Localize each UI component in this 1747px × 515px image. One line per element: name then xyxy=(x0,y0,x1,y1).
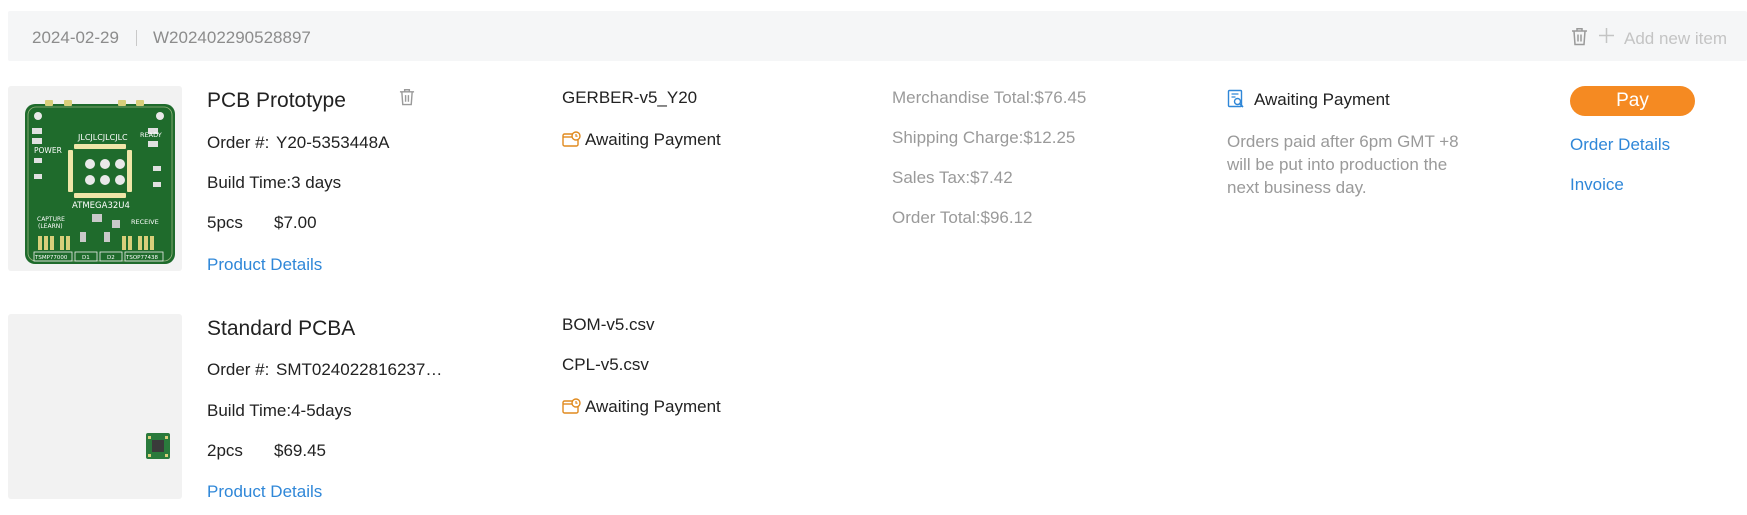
board-label-d2: D2 xyxy=(107,255,115,261)
product-details-link[interactable]: Product Details xyxy=(207,482,322,502)
order-number-label: Order #: xyxy=(207,360,270,379)
board-label-brand: JLCJLCJLCJLC xyxy=(77,133,128,142)
add-new-item-button[interactable]: Add new item xyxy=(1624,29,1727,49)
board-label-capture: CAPTURE xyxy=(37,216,65,223)
price: $7.00 xyxy=(274,213,317,232)
order-status: Awaiting Payment xyxy=(1254,90,1390,109)
sales-tax: Sales Tax:$7.42 xyxy=(892,168,1013,187)
order-details-link[interactable]: Order Details xyxy=(1570,135,1670,155)
order-total: Order Total:$96.12 xyxy=(892,208,1033,227)
pcb-thumbnail[interactable]: POWER READY JLCJLCJLCJLC ATMEGA32U4 CAPT… xyxy=(8,86,182,271)
price: $69.45 xyxy=(274,441,326,460)
file-status: Awaiting Payment xyxy=(585,397,721,416)
production-note: Orders paid after 6pm GMT +8 will be put… xyxy=(1227,132,1459,197)
board-label-power: POWER xyxy=(34,146,62,155)
merchandise-total: Merchandise Total:$76.45 xyxy=(892,88,1087,107)
order-number-label: Order #: xyxy=(207,133,270,152)
board-label-ready: READY xyxy=(140,131,162,139)
pcb-board-image: POWER READY JLCJLCJLCJLC ATMEGA32U4 CAPT… xyxy=(25,100,175,264)
pcba-thumbnail[interactable] xyxy=(8,314,182,499)
order-date: 2024-02-29 xyxy=(32,28,119,47)
plus-icon[interactable] xyxy=(1598,27,1615,49)
bom-file-name[interactable]: BOM-v5.csv xyxy=(562,315,655,335)
shipping-charge: Shipping Charge:$12.25 xyxy=(892,128,1076,147)
pcba-board-image xyxy=(146,433,170,459)
pay-button[interactable]: Pay xyxy=(1570,86,1695,116)
file-name[interactable]: GERBER-v5_Y20 xyxy=(562,88,697,108)
build-time: Build Time:4-5days xyxy=(207,401,352,420)
order-number-value: SMT024022816237… xyxy=(276,360,443,379)
cpl-file-name[interactable]: CPL-v5.csv xyxy=(562,355,649,375)
board-label-tsop2: TSOP77438 xyxy=(125,255,158,261)
order-header-bar: 2024-02-29 W202402290528897 Add new item xyxy=(8,11,1747,61)
item-title: Standard PCBA xyxy=(207,317,356,340)
wallet-clock-icon xyxy=(562,131,581,153)
order-number: W202402290528897 xyxy=(153,28,311,47)
file-status: Awaiting Payment xyxy=(585,130,721,149)
document-search-icon xyxy=(1227,89,1245,114)
order-number-value: Y20-5353448A xyxy=(276,133,390,152)
header-divider xyxy=(136,30,137,46)
board-label-receive: RECEIVE xyxy=(131,218,159,226)
board-label-tsop1: TSMP77000 xyxy=(34,255,68,261)
quantity: 5pcs xyxy=(207,213,243,232)
trash-icon[interactable] xyxy=(1571,27,1588,51)
item-title: PCB Prototype xyxy=(207,89,346,112)
board-label-learn: (LEARN) xyxy=(38,223,63,230)
wallet-clock-icon xyxy=(562,398,581,420)
trash-icon[interactable] xyxy=(399,88,415,111)
quantity: 2pcs xyxy=(207,441,243,460)
board-label-d1: D1 xyxy=(82,255,90,261)
product-details-link[interactable]: Product Details xyxy=(207,255,322,275)
invoice-link[interactable]: Invoice xyxy=(1570,175,1624,195)
board-label-chip: ATMEGA32U4 xyxy=(72,201,130,211)
build-time: Build Time:3 days xyxy=(207,173,342,192)
